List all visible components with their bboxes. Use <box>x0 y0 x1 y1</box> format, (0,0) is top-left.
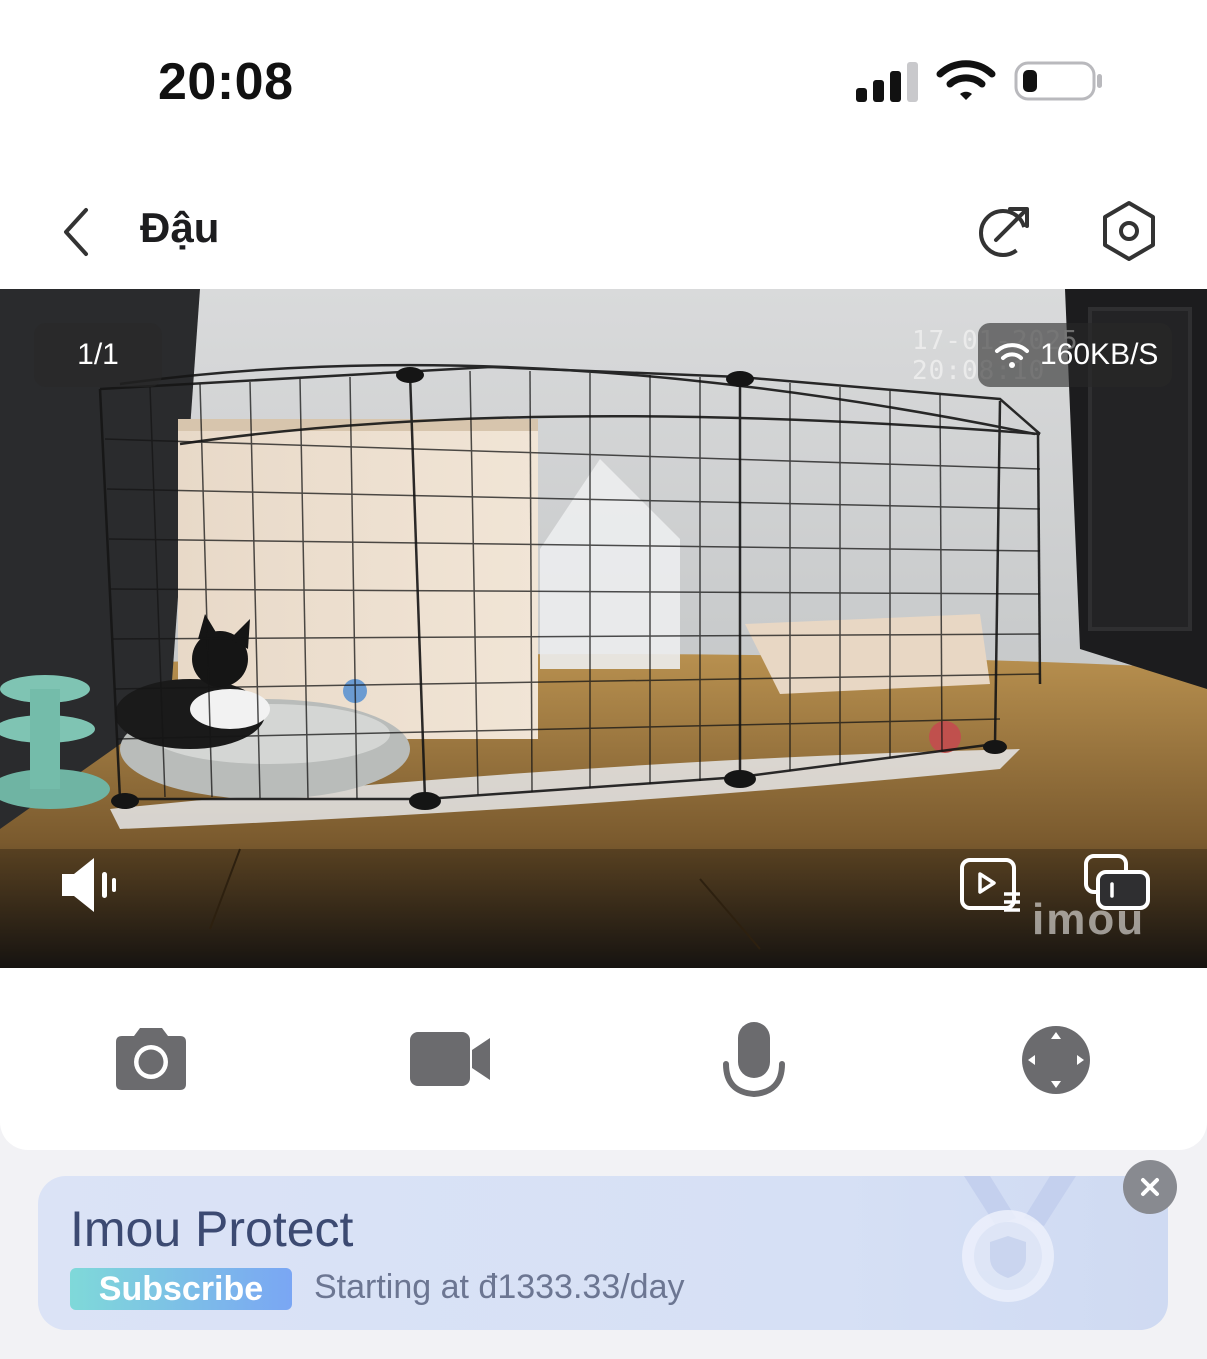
live-video[interactable] <box>0 289 1207 968</box>
battery-icon <box>1014 61 1102 101</box>
settings-icon[interactable] <box>1096 198 1162 264</box>
back-button[interactable] <box>54 200 104 264</box>
playback-list-icon[interactable] <box>958 856 1024 916</box>
subscribe-button[interactable]: Subscribe <box>70 1268 292 1310</box>
page-title: Đậu <box>140 204 220 251</box>
share-icon[interactable] <box>974 200 1036 262</box>
status-time: 20:08 <box>158 53 294 111</box>
camera-feed-image <box>0 289 1207 968</box>
wifi-icon <box>936 60 996 100</box>
medal-icon <box>962 1176 1076 1302</box>
promo-price-text: Starting at đ1333.33/day <box>314 1268 685 1306</box>
record-video-button[interactable] <box>408 1026 494 1092</box>
bitrate-badge: 160KB/S <box>978 323 1172 387</box>
close-icon <box>1141 1178 1159 1196</box>
bitrate-text: 160KB/S <box>1040 338 1159 371</box>
multi-screen-icon[interactable] <box>1082 852 1152 914</box>
close-banner-button[interactable] <box>1123 1160 1177 1214</box>
cellular-signal-icon <box>856 62 918 102</box>
snapshot-camera-button[interactable] <box>112 1022 190 1094</box>
microphone-talk-button[interactable] <box>718 1018 790 1102</box>
promo-title: Imou Protect <box>70 1201 354 1257</box>
imou-protect-banner[interactable]: Imou Protect Subscribe Starting at đ1333… <box>38 1176 1168 1330</box>
page-counter: 1/1 <box>34 323 162 387</box>
wifi-icon <box>995 343 1029 368</box>
speaker-icon[interactable] <box>56 854 122 916</box>
ptz-joystick-button[interactable] <box>1020 1024 1092 1096</box>
